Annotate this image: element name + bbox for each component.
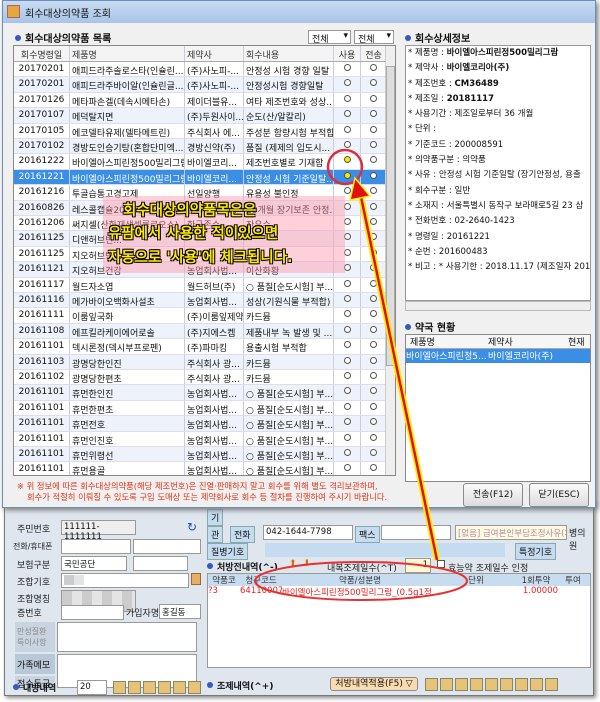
annotation-arrow [349,176,440,561]
